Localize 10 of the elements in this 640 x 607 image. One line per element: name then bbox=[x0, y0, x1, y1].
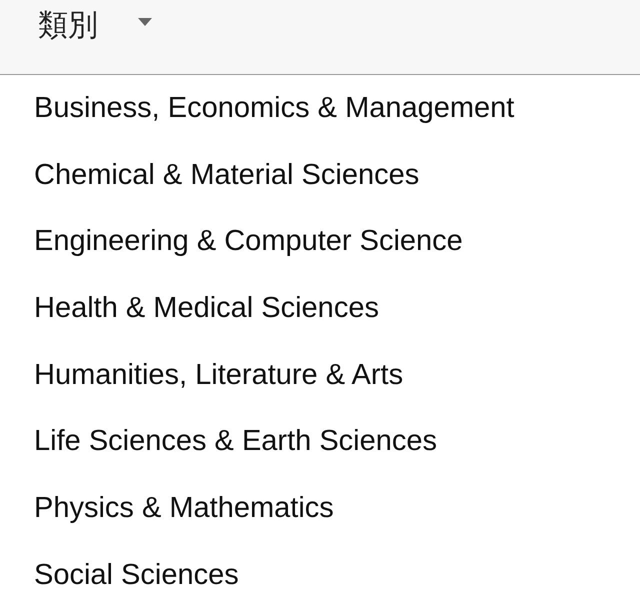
menu-item[interactable]: Health & Medical Sciences bbox=[0, 275, 640, 342]
menu-item[interactable]: Engineering & Computer Science bbox=[0, 208, 640, 276]
menu-item[interactable]: Life Sciences & Earth Sciences bbox=[0, 408, 640, 476]
menu-item[interactable]: Business, Economics & Management bbox=[0, 75, 640, 142]
category-dropdown[interactable]: 類別 bbox=[0, 0, 152, 46]
caret-icon bbox=[138, 18, 152, 26]
menu-item[interactable]: Physics & Mathematics bbox=[0, 475, 640, 542]
menu-item[interactable]: Humanities, Literature & Arts bbox=[0, 342, 640, 408]
menu-item[interactable]: Social Sciences bbox=[0, 542, 640, 607]
menu-item[interactable]: Chemical & Material Sciences bbox=[0, 142, 640, 208]
